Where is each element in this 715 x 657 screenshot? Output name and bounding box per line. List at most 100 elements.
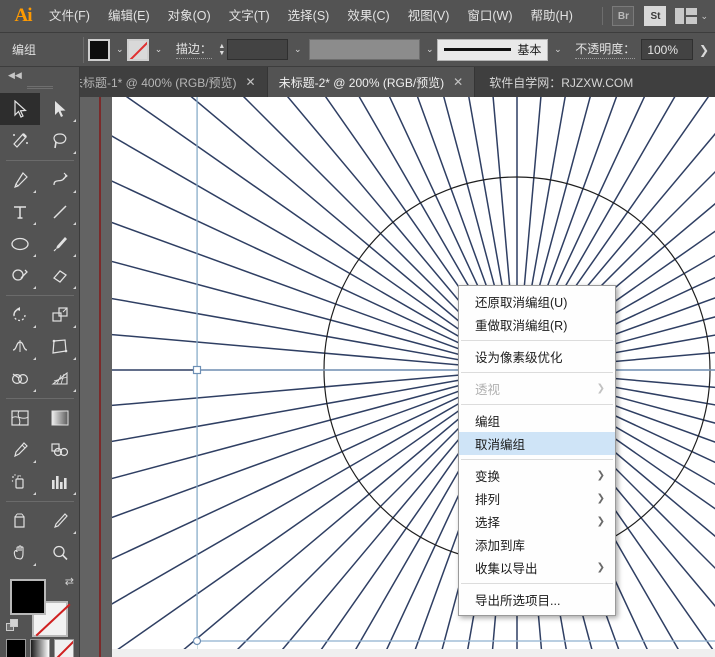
- perspective-grid-tool[interactable]: [40, 363, 80, 395]
- tools-divider-3: [6, 398, 74, 399]
- starburst-artwork[interactable]: [112, 97, 715, 649]
- menu-file[interactable]: 文件(F): [40, 4, 99, 28]
- context-menu-item-9[interactable]: 添加到库: [459, 533, 615, 556]
- selection-handle-bottom-left[interactable]: [192, 636, 202, 646]
- paintbrush-tool[interactable]: [40, 228, 80, 260]
- line-segment-tool[interactable]: [40, 196, 80, 228]
- rotate-tool[interactable]: [0, 299, 40, 331]
- context-menu-item-2[interactable]: 设为像素级优化: [459, 345, 615, 368]
- gradient-tool[interactable]: [40, 402, 80, 434]
- stroke-weight-input[interactable]: [226, 39, 289, 60]
- brush-definition-label: 基本: [517, 43, 542, 57]
- context-menu-item-8[interactable]: 选择 ❯: [459, 510, 615, 533]
- tool-flyout-indicator-icon: [33, 389, 36, 392]
- fill-color-swatch[interactable]: [88, 38, 111, 61]
- type-tool[interactable]: [0, 196, 40, 228]
- stock-icon[interactable]: St: [644, 6, 667, 26]
- tools-panel-collapse-icon[interactable]: ◀◀: [0, 67, 79, 83]
- brush-definition-select[interactable]: 基本: [437, 38, 549, 61]
- curvature-tool[interactable]: [40, 164, 80, 196]
- toolbar-fill-swatch[interactable]: [10, 579, 46, 615]
- free-transform-tool[interactable]: [40, 331, 80, 363]
- menu-select[interactable]: 选择(S): [279, 4, 339, 28]
- zoom-tool[interactable]: [40, 537, 80, 569]
- context-menu[interactable]: 还原取消编组(U) 重做取消编组(R) 设为像素级优化 透视 ❯ 编组 取消编组 变换 ❯ 排列 ❯…: [458, 285, 616, 616]
- context-menu-item-label: 选择: [475, 516, 501, 530]
- default-fill-stroke-icon[interactable]: [6, 619, 19, 632]
- color-mode-solid[interactable]: [5, 639, 26, 657]
- tool-flyout-indicator-icon: [73, 492, 76, 495]
- mesh-tool[interactable]: [0, 402, 40, 434]
- eraser-tool[interactable]: [40, 260, 80, 292]
- menu-view[interactable]: 视图(V): [399, 4, 459, 28]
- context-menu-item-0[interactable]: 还原取消编组(U): [459, 290, 615, 313]
- control-bar-overflow-icon[interactable]: ❯: [699, 43, 715, 57]
- width-tool[interactable]: [0, 331, 40, 363]
- menu-object[interactable]: 对象(O): [159, 4, 220, 28]
- document-canvas[interactable]: [80, 97, 715, 657]
- swap-fill-stroke-icon[interactable]: ⇄: [65, 575, 74, 588]
- shaper-tool[interactable]: [0, 260, 40, 292]
- selection-tool[interactable]: [0, 93, 40, 125]
- color-mode-none[interactable]: [53, 639, 74, 657]
- direct-selection-tool[interactable]: [40, 93, 80, 125]
- menu-help[interactable]: 帮助(H): [522, 4, 582, 28]
- hand-tool[interactable]: [0, 537, 40, 569]
- context-menu-item-label: 还原取消编组(U): [475, 296, 568, 310]
- lasso-tool[interactable]: [40, 125, 80, 157]
- workspace-switcher-icon[interactable]: [675, 8, 698, 24]
- brush-stroke-preview-icon: [444, 48, 512, 51]
- close-icon[interactable]: ✕: [453, 75, 463, 89]
- symbol-sprayer-tool[interactable]: [0, 466, 40, 498]
- pen-tool[interactable]: [0, 164, 40, 196]
- stepper-down-icon[interactable]: ▼: [218, 50, 225, 57]
- menu-effect[interactable]: 效果(C): [338, 4, 398, 28]
- context-menu-item-7[interactable]: 排列 ❯: [459, 487, 615, 510]
- color-mode-gradient[interactable]: [29, 639, 50, 657]
- tool-flyout-indicator-icon: [73, 222, 76, 225]
- scale-tool[interactable]: [40, 299, 80, 331]
- ellipse-tool[interactable]: [0, 228, 40, 260]
- starburst-ray: [112, 333, 514, 371]
- shape-builder-tool[interactable]: [0, 363, 40, 395]
- context-menu-item-11[interactable]: 导出所选项目...: [459, 588, 615, 611]
- bridge-icon[interactable]: Br: [612, 6, 635, 26]
- fill-dropdown-chevron-icon[interactable]: ⌄: [112, 39, 127, 61]
- workspace-chevron-down-icon[interactable]: ⌄: [700, 11, 708, 22]
- profile-chevron-icon[interactable]: ⌄: [422, 39, 437, 61]
- tools-panel-drag-grip[interactable]: [0, 83, 79, 93]
- document-tab-2[interactable]: 未标题-2* @ 200% (RGB/预览) ✕: [267, 67, 476, 97]
- document-tab-1[interactable]: 未标题-1* @ 400% (RGB/预览) ✕: [60, 67, 268, 97]
- selection-handle-left-middle[interactable]: [192, 365, 202, 375]
- menu-edit[interactable]: 编辑(E): [99, 4, 159, 28]
- brush-chevron-icon[interactable]: ⌄: [550, 39, 565, 61]
- stepper-up-icon[interactable]: ▲: [218, 43, 225, 50]
- blend-tool[interactable]: [40, 434, 80, 466]
- eyedropper-tool[interactable]: [0, 434, 40, 466]
- tools-group-draw: [0, 164, 80, 292]
- app-logo: Ai: [14, 5, 33, 26]
- menu-type[interactable]: 文字(T): [220, 4, 279, 28]
- stroke-weight-chevron-icon[interactable]: ⌄: [290, 39, 305, 61]
- column-graph-tool[interactable]: [40, 466, 80, 498]
- artboard-surface[interactable]: [112, 97, 715, 649]
- artboard-tool[interactable]: [0, 505, 40, 537]
- slice-tool[interactable]: [40, 505, 80, 537]
- variable-width-profile-select[interactable]: [309, 39, 421, 60]
- magic-wand-tool[interactable]: [0, 125, 40, 157]
- context-menu-item-1[interactable]: 重做取消编组(R): [459, 313, 615, 336]
- context-menu-item-6[interactable]: 变换 ❯: [459, 464, 615, 487]
- context-menu-item-5[interactable]: 取消编组: [459, 432, 615, 455]
- menu-window[interactable]: 窗口(W): [458, 4, 521, 28]
- close-icon[interactable]: ✕: [246, 75, 256, 89]
- stroke-weight-stepper[interactable]: ▲ ▼: [217, 39, 227, 61]
- opacity-input[interactable]: 100%: [641, 39, 693, 60]
- context-menu-item-10[interactable]: 收集以导出 ❯: [459, 556, 615, 579]
- starburst-ray: [112, 260, 514, 370]
- tool-flyout-indicator-icon: [33, 563, 36, 566]
- stroke-color-swatch[interactable]: [127, 38, 150, 61]
- stroke-dropdown-chevron-icon[interactable]: ⌄: [151, 39, 166, 61]
- tools-group-transform: [0, 299, 80, 395]
- tool-flyout-indicator-icon: [73, 389, 76, 392]
- context-menu-item-4[interactable]: 编组: [459, 409, 615, 432]
